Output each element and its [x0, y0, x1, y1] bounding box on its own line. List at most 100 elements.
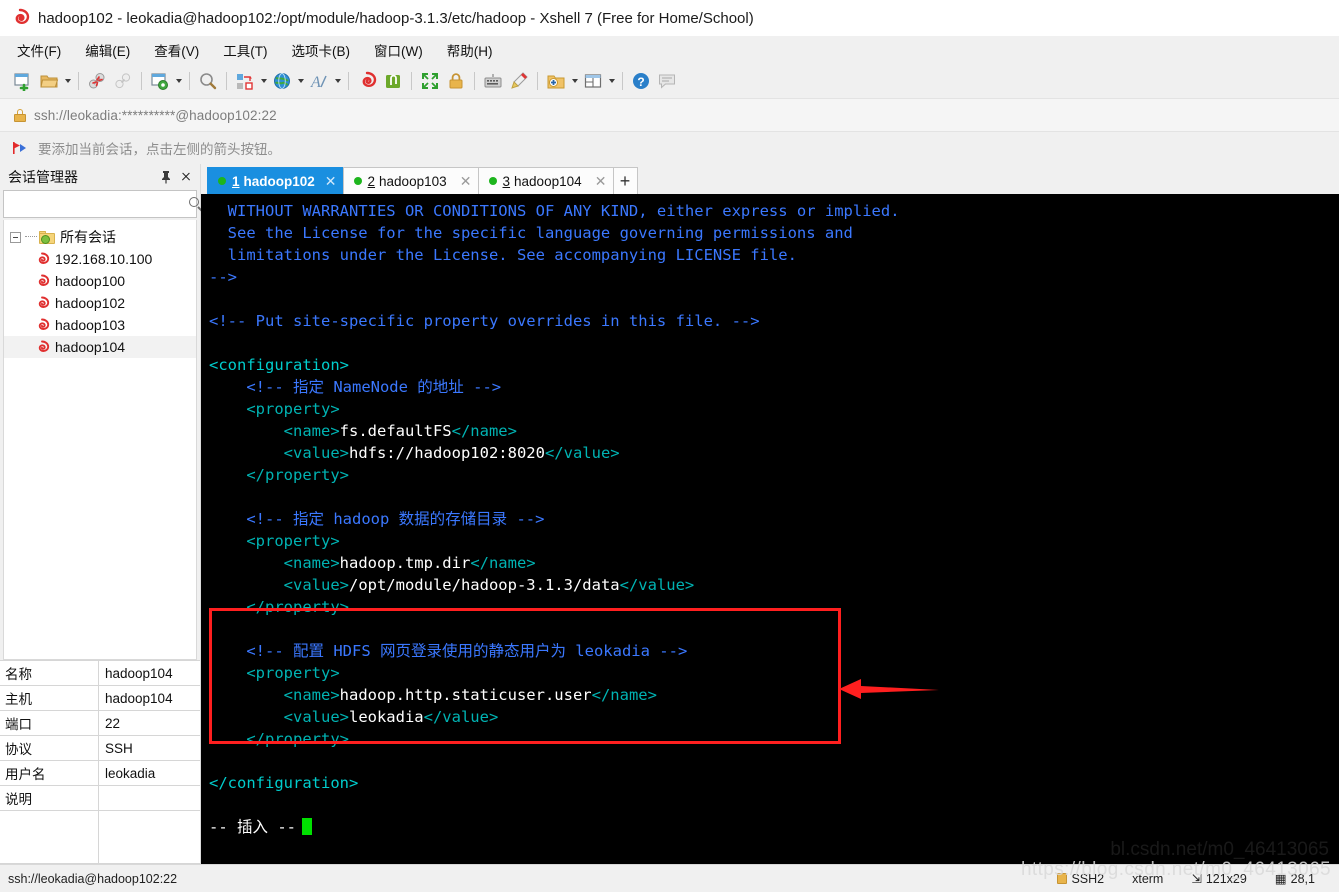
new-session-icon[interactable]: [10, 68, 36, 94]
tree-item-hadoop104[interactable]: hadoop104: [4, 336, 196, 358]
tab-hadoop103[interactable]: 2 hadoop103 ✕: [342, 167, 479, 194]
globe-dropdown-caret-icon[interactable]: [295, 68, 306, 94]
terminal-span: <!-- Put site-specific property override…: [209, 312, 760, 330]
menu-file[interactable]: 文件(F): [14, 38, 64, 62]
link-icon[interactable]: [110, 68, 136, 94]
session-manager-panel: 会话管理器 所有会话 192.168.10.100 hadoop100 hado…: [0, 164, 203, 864]
session-properties-icon[interactable]: [147, 68, 173, 94]
font-dropdown-caret-icon[interactable]: [332, 68, 343, 94]
terminal-line: limitations under the License. See accom…: [209, 244, 1339, 266]
property-value: [99, 786, 200, 810]
tab-bar: 1 hadoop102 ✕ 2 hadoop103 ✕ 3 hadoop104 …: [201, 164, 1339, 194]
layout-icon[interactable]: [580, 68, 606, 94]
status-protocol: SSH2: [1071, 871, 1105, 886]
tab-close-icon[interactable]: ✕: [325, 174, 337, 188]
terminal-line: <!-- 配置 HDFS 网页登录使用的静态用户为 leokadia -->: [209, 640, 1339, 662]
menu-tabs[interactable]: 选项卡(B): [289, 38, 354, 62]
table-row: 主机 hadoop104: [0, 686, 200, 711]
xshell-session-icon: [34, 340, 50, 354]
layout-dropdown-caret-icon[interactable]: [606, 68, 617, 94]
status-cursor-pos: 28,1: [1290, 871, 1315, 886]
red-flag-arrow-icon[interactable]: [12, 141, 30, 156]
tree-item-192-168-10-100[interactable]: 192.168.10.100: [4, 248, 196, 270]
svg-text:A: A: [310, 74, 321, 91]
tab-label: hadoop103: [379, 173, 447, 189]
notify-grip: [0, 0, 5, 892]
property-value: hadoop104: [105, 690, 173, 706]
session-properties-table: 名称 hadoop104 主机 hadoop104 端口 22 协议 SSH 用…: [0, 660, 200, 864]
tab-close-icon[interactable]: ✕: [460, 174, 472, 188]
menu-window[interactable]: 窗口(W): [371, 38, 426, 62]
tab-close-icon[interactable]: ✕: [595, 174, 607, 188]
terminal-line: -->: [209, 266, 1339, 288]
terminal-span: <name>: [209, 686, 340, 704]
tree-root-all-sessions[interactable]: 所有会话: [4, 226, 196, 248]
terminal-cursor-line: [209, 794, 1339, 835]
tree-item-hadoop100[interactable]: hadoop100: [4, 270, 196, 292]
session-properties-dropdown-caret-icon[interactable]: [173, 68, 184, 94]
address-bar[interactable]: ssh://leokadia:**********@hadoop102:22: [0, 98, 1339, 132]
transfer-file-icon[interactable]: [232, 68, 258, 94]
keyboard-icon[interactable]: [480, 68, 506, 94]
terminal-span: hdfs://hadoop102:8020: [348, 444, 545, 462]
terminal-span: <value>: [209, 576, 349, 594]
terminal-span: <!-- 指定 hadoop 数据的存储目录 -->: [209, 510, 545, 528]
menu-help[interactable]: 帮助(H): [444, 38, 496, 62]
table-row: 用户名 leokadia: [0, 761, 200, 786]
tab-number: 2: [367, 173, 376, 189]
font-icon[interactable]: A: [306, 68, 332, 94]
fullscreen-icon[interactable]: [417, 68, 443, 94]
tab-hadoop102[interactable]: 1 hadoop102 ✕: [207, 167, 344, 194]
terminal-span: </value>: [619, 576, 695, 594]
session-search-box[interactable]: [3, 190, 203, 218]
terminal-line: </property>: [209, 464, 1339, 486]
new-tab-button[interactable]: +: [612, 167, 638, 194]
menu-view[interactable]: 查看(V): [151, 38, 202, 62]
address-value[interactable]: ssh://leokadia:**********@hadoop102:22: [34, 108, 277, 123]
help-icon[interactable]: ?: [628, 68, 654, 94]
transfer-dropdown-caret-icon[interactable]: [258, 68, 269, 94]
pin-icon[interactable]: [158, 169, 174, 185]
xftp-icon[interactable]: [380, 68, 406, 94]
menu-tools[interactable]: 工具(T): [220, 38, 270, 62]
tab-label: hadoop104: [514, 173, 582, 189]
xshell-icon[interactable]: [354, 68, 380, 94]
add-folder-icon[interactable]: [543, 68, 569, 94]
session-tree[interactable]: 所有会话 192.168.10.100 hadoop100 hadoop102 …: [3, 220, 197, 660]
property-key: 端口: [0, 711, 99, 735]
tree-item-hadoop103[interactable]: hadoop103: [4, 314, 196, 336]
terminal-line: <configuration>: [209, 354, 1339, 376]
add-folder-dropdown-caret-icon[interactable]: [569, 68, 580, 94]
lock-icon[interactable]: [443, 68, 469, 94]
status-right-group: SSH2 xterm ⇲ 121x29 ▦ 28,1: [1043, 871, 1339, 886]
window-title: hadoop102 - leokadia@hadoop102:/opt/modu…: [38, 9, 754, 27]
disconnect-icon[interactable]: [84, 68, 110, 94]
terminal-line: <value>/opt/module/hadoop-3.1.3/data</va…: [209, 574, 1339, 596]
terminal-screen[interactable]: WITHOUT WARRANTIES OR CONDITIONS OF ANY …: [201, 194, 1339, 864]
terminal-span: <configuration>: [209, 356, 349, 374]
toolbar-separator: [474, 72, 475, 90]
find-icon[interactable]: [195, 68, 221, 94]
tree-item-label: hadoop103: [55, 317, 126, 333]
toolbar-separator: [537, 72, 538, 90]
tree-item-hadoop102[interactable]: hadoop102: [4, 292, 196, 314]
resize-icon: ⇲: [1191, 872, 1202, 886]
feedback-icon[interactable]: [654, 68, 680, 94]
search-input[interactable]: [8, 195, 188, 213]
property-key: 名称: [0, 661, 99, 685]
globe-icon[interactable]: [269, 68, 295, 94]
highlight-icon[interactable]: [506, 68, 532, 94]
open-folder-dropdown-caret-icon[interactable]: [62, 68, 73, 94]
open-folder-icon[interactable]: [36, 68, 62, 94]
cursor-pos-icon: ▦: [1274, 872, 1287, 886]
terminal-line: <value>hdfs://hadoop102:8020</value>: [209, 442, 1339, 464]
folder-gear-icon: [39, 230, 55, 244]
tab-hadoop104[interactable]: 3 hadoop104 ✕: [477, 167, 614, 194]
close-icon[interactable]: [178, 169, 194, 185]
tree-item-label: hadoop100: [55, 273, 126, 289]
menu-edit[interactable]: 编辑(E): [82, 38, 133, 62]
terminal-line: </property>: [209, 596, 1339, 618]
terminal-span: <property>: [209, 400, 340, 418]
tree-expander-icon[interactable]: [10, 231, 21, 243]
